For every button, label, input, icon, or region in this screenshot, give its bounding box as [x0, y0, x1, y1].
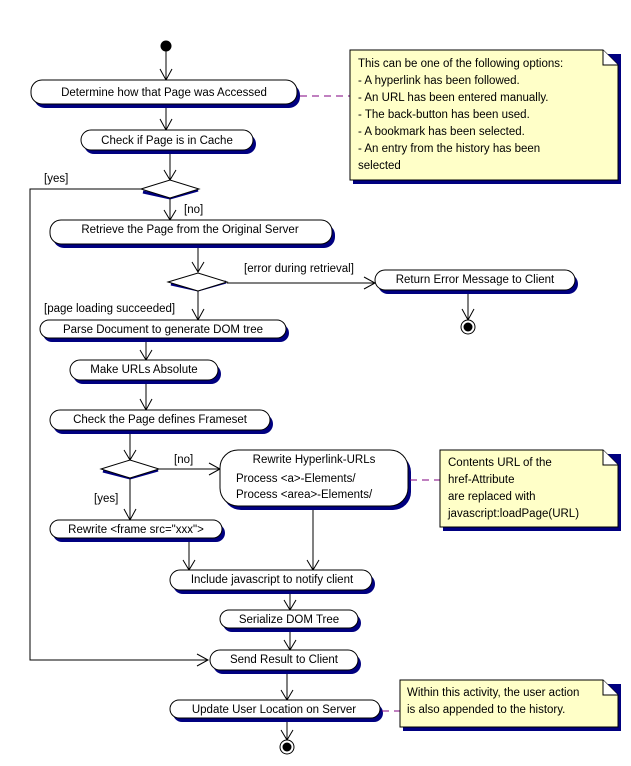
activity-diagram: Determine how that Page was Accessed Che… — [29, 40, 621, 755]
note-line: - An entry from the history has been — [358, 143, 540, 155]
activity-label: Parse Document to generate DOM tree — [63, 324, 263, 336]
note-line: Within this activity, the user action — [407, 687, 579, 699]
guard-success: [page loading succeeded] — [44, 303, 175, 315]
activity-label: Check if Page is in Cache — [101, 135, 233, 147]
activity-return-error: Return Error Message to Client — [374, 269, 578, 294]
activity-label: Make URLs Absolute — [90, 364, 197, 376]
activity-check-frameset: Check the Page defines Frameset — [49, 409, 273, 434]
activity-label: Serialize DOM Tree — [239, 614, 339, 626]
guard-cache-no: [no] — [184, 204, 203, 216]
activity-check-cache: Check if Page is in Cache — [80, 129, 256, 154]
note-line: selected — [358, 160, 401, 172]
activity-make-absolute: Make URLs Absolute — [69, 359, 221, 384]
decision-diamond — [139, 179, 201, 199]
activity-parse: Parse Document to generate DOM tree — [39, 319, 289, 342]
decision-frameset — [99, 459, 161, 480]
activity-rewrite-hyperlinks: Rewrite Hyperlink-URLs Process <a>-Eleme… — [219, 449, 411, 510]
note-line: javascript:loadPage(URL) — [447, 508, 579, 520]
guard-frameset-yes: [yes] — [94, 493, 118, 505]
note-line: - The back-button has been used. — [358, 109, 530, 121]
decision-diamond — [99, 459, 161, 479]
final-node-error — [460, 319, 476, 335]
activity-label: Update User Location on Server — [192, 704, 356, 716]
decision-cache — [139, 179, 201, 200]
note-line: are replaced with — [448, 491, 536, 503]
note-line: is also appended to the history. — [407, 704, 565, 716]
note-line: - An URL has been entered manually. — [358, 92, 549, 104]
guard-error: [error during retrieval] — [244, 263, 354, 275]
note-line: Contents URL of the — [448, 457, 552, 469]
activity-retrieve: Retrieve the Page from the Original Serv… — [49, 219, 335, 248]
decision-diamond — [166, 272, 229, 292]
note-history: Within this activity, the user action is… — [399, 679, 621, 731]
activity-label: Include javascript to notify client — [191, 574, 354, 586]
activity-determine: Determine how that Page was Accessed — [30, 79, 300, 108]
note-access-options: This can be one of the following options… — [349, 49, 621, 184]
note-line: href-Attribute — [448, 474, 514, 486]
activity-label: Send Result to Client — [230, 654, 339, 666]
note-line: - A bookmark has been selected. — [358, 126, 525, 138]
activity-label: Determine how that Page was Accessed — [61, 87, 267, 99]
activity-label: Retrieve the Page from the Original Serv… — [81, 224, 298, 236]
guard-frameset-no: [no] — [174, 454, 193, 466]
note-line: - A hyperlink has been followed. — [358, 75, 520, 87]
activity-label: Rewrite Hyperlink-URLs — [253, 454, 376, 466]
activity-label: Check the Page defines Frameset — [73, 414, 248, 426]
activity-rewrite-frame: Rewrite <frame src="xxx"> — [49, 519, 225, 542]
activity-label: Rewrite <frame src="xxx"> — [68, 524, 204, 536]
note-href: Contents URL of the href-Attribute are r… — [439, 449, 621, 531]
activity-line: Process <area>-Elements/ — [236, 489, 373, 501]
decision-retrieval — [166, 272, 229, 292]
activity-send-result: Send Result to Client — [209, 649, 361, 674]
activity-include-js: Include javascript to notify client — [169, 569, 375, 594]
activity-serialize: Serialize DOM Tree — [219, 609, 361, 632]
note-line: This can be one of the following options… — [358, 58, 563, 70]
activity-update-location: Update User Location on Server — [169, 699, 383, 722]
final-node — [279, 739, 295, 755]
activity-label: Return Error Message to Client — [396, 274, 555, 286]
activity-line: Process <a>-Elements/ — [236, 473, 356, 485]
guard-cache-yes: [yes] — [44, 173, 68, 185]
